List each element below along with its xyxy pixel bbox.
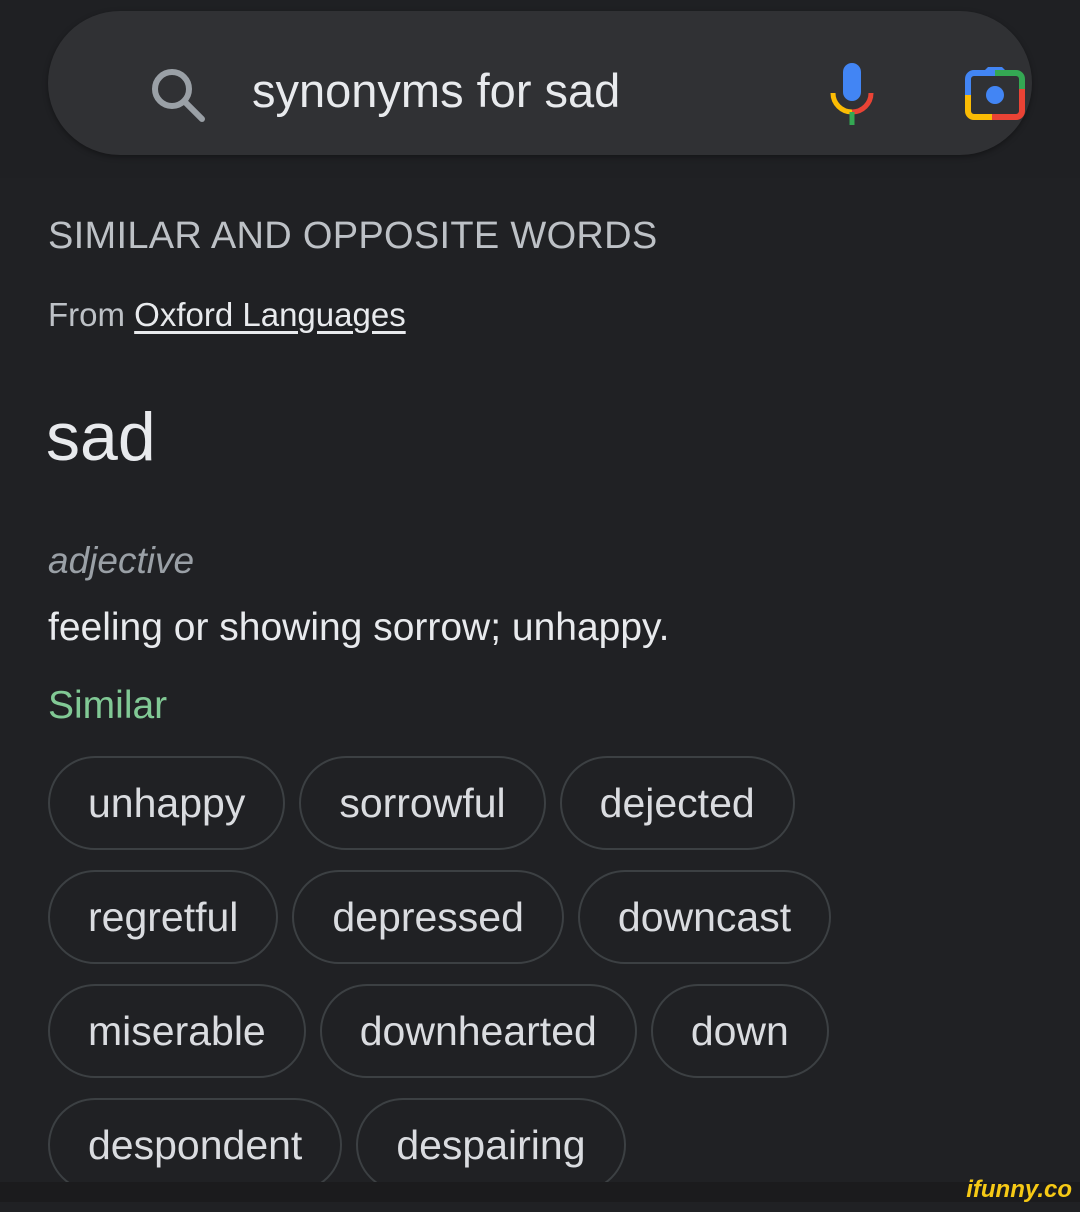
top-bar: synonyms for sad bbox=[0, 0, 1080, 178]
chip-row: despondent despairing bbox=[48, 1098, 831, 1192]
search-icon bbox=[152, 69, 205, 122]
from-label: From bbox=[48, 296, 125, 333]
synonym-chip[interactable]: miserable bbox=[48, 984, 306, 1078]
chip-row: unhappy sorrowful dejected bbox=[48, 756, 831, 850]
section-heading: SIMILAR AND OPPOSITE WORDS bbox=[48, 215, 658, 257]
synonym-chip[interactable]: regretful bbox=[48, 870, 279, 964]
chip-row: regretful depressed downcast bbox=[48, 870, 832, 964]
part-of-speech: adjective bbox=[48, 540, 195, 581]
camera-lens-icon[interactable] bbox=[962, 65, 1028, 123]
oxford-languages-link[interactable]: Oxford Languages bbox=[134, 296, 406, 333]
synonym-chip[interactable]: downhearted bbox=[319, 984, 637, 1078]
footer-bar bbox=[0, 1182, 1080, 1202]
microphone-icon[interactable] bbox=[828, 61, 876, 127]
search-input[interactable]: synonyms for sad bbox=[252, 67, 620, 114]
synonym-chip[interactable]: downcast bbox=[577, 870, 832, 964]
synonym-chip[interactable]: depressed bbox=[292, 870, 564, 964]
watermark: ifunny.co bbox=[966, 1176, 1072, 1203]
synonym-chip[interactable]: despairing bbox=[356, 1098, 626, 1192]
definition: feeling or showing sorrow; unhappy. bbox=[48, 606, 670, 649]
similar-words-chips: unhappy sorrowful dejected regretful depress… bbox=[48, 756, 832, 1212]
headword: sad bbox=[46, 399, 156, 475]
synonym-chip[interactable]: unhappy bbox=[48, 756, 286, 850]
synonym-chip[interactable]: down bbox=[650, 984, 829, 1078]
chip-row: miserable downhearted down bbox=[48, 984, 831, 1078]
synonym-chip[interactable]: sorrowful bbox=[299, 756, 546, 850]
synonym-chip[interactable]: despondent bbox=[48, 1098, 343, 1192]
similar-label: Similar bbox=[48, 684, 168, 727]
search-bar[interactable]: synonyms for sad bbox=[48, 11, 1032, 155]
synonym-chip[interactable]: dejected bbox=[559, 756, 795, 850]
source-attribution: From Oxford Languages bbox=[48, 296, 406, 334]
